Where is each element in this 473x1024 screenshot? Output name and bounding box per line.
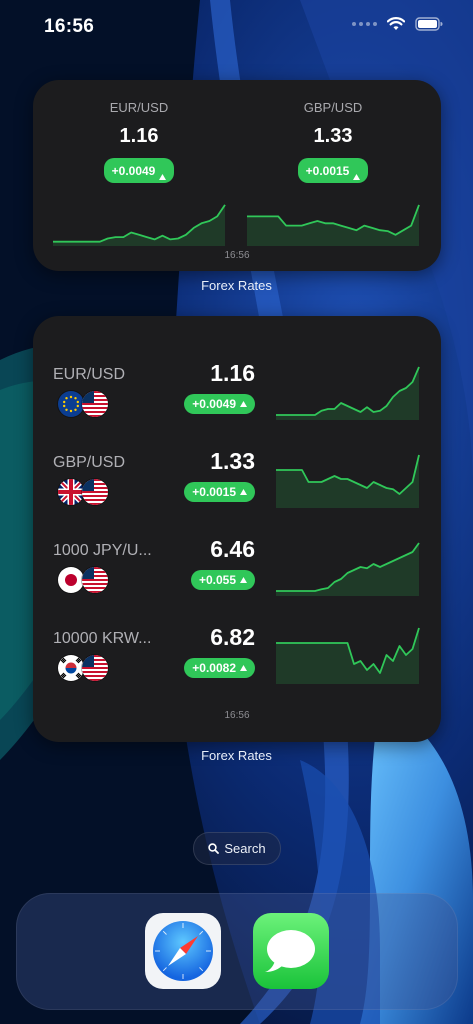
up-triangle-icon [159,174,167,180]
currency-flags [57,654,117,684]
widget-caption: Forex Rates [201,278,272,293]
change-value: +0.0082 [192,661,236,675]
change-value: +0.0049 [192,397,236,411]
currency-flags [57,566,117,596]
sparkline-area [247,204,419,246]
change-value: +0.055 [198,573,236,587]
wifi-icon [387,17,405,30]
change-badge: +0.0049 [184,394,255,414]
pair-rate: 1.16 [210,360,255,386]
us-flag-icon [81,390,109,418]
pair-rate: 1.33 [313,125,353,147]
change-value: +0.0015 [305,163,350,178]
pair-rate: 1.16 [119,125,159,147]
pair-name: GBP/USD [303,100,363,115]
sparkline-chart [276,454,420,508]
sparkline-area [276,543,419,596]
search-button[interactable]: Search [193,832,281,865]
up-triangle-icon [353,174,361,180]
pair-name: 10000 KRW... [53,630,152,647]
dock [16,893,458,1010]
pair-name: EUR/USD [109,100,169,115]
list-item: GBP/USD 1.33 +0.0015 [53,448,421,524]
sparkline-chart [53,204,226,246]
widget-updated-time: 16:56 [224,710,250,721]
pair-name: EUR/USD [53,366,126,383]
search-label: Search [224,841,266,856]
us-flag-icon [81,478,109,506]
sparkline-chart [247,204,420,246]
status-icons [352,17,443,31]
change-value: +0.0015 [192,485,236,499]
sparkline-area [276,455,419,508]
up-triangle-icon [240,489,247,495]
us-flag-icon [81,566,109,594]
pair-rate: 6.82 [210,624,255,650]
pair-gbp-usd: GBP/USD 1.33 +0.0015 [245,100,421,246]
safari-app-icon[interactable] [145,913,221,989]
pair-name: 1000 JPY/U... [53,542,152,559]
change-badge: +0.0015 [297,158,369,183]
sparkline-chart [276,366,420,420]
signal-dots-icon [352,22,377,26]
safari-icon [145,913,221,989]
pair-eur-usd: EUR/USD 1.16 +0.0049 [51,100,227,246]
forex-widget-small[interactable]: EUR/USD 1.16 +0.0049 GBP/USD 1.33 +0.001… [33,80,441,271]
widget-caption: Forex Rates [201,748,272,763]
currency-flags [57,478,117,508]
sparkline-chart [276,542,420,596]
change-badge: +0.0049 [103,158,175,183]
list-item: 1000 JPY/U... 6.46 +0.055 [53,536,421,612]
change-badge: +0.0082 [184,658,255,678]
battery-icon [415,17,443,31]
forex-widget-large[interactable]: EUR/USD 1.16 +0.0049 GBP/USD 1.33 +0.001… [33,316,441,742]
pair-name: GBP/USD [53,454,126,471]
up-triangle-icon [240,665,247,671]
pair-rate: 6.46 [210,536,255,562]
change-value: +0.0049 [111,163,156,178]
status-time: 16:56 [44,16,95,37]
up-triangle-icon [240,577,247,583]
messages-app-icon[interactable] [253,913,329,989]
us-flag-icon [81,654,109,682]
up-triangle-icon [240,401,247,407]
change-badge: +0.055 [190,570,255,590]
list-item: EUR/USD 1.16 +0.0049 [53,360,421,436]
messages-icon [253,913,329,989]
widget-updated-time: 16:56 [224,250,250,261]
list-item: 10000 KRW... 6.82 +0.0082 [53,624,421,700]
sparkline-chart [276,627,420,684]
pair-rate: 1.33 [210,448,255,474]
sparkline-area [276,628,419,684]
search-icon [208,843,220,854]
change-badge: +0.0015 [184,482,255,502]
currency-flags [57,390,117,420]
